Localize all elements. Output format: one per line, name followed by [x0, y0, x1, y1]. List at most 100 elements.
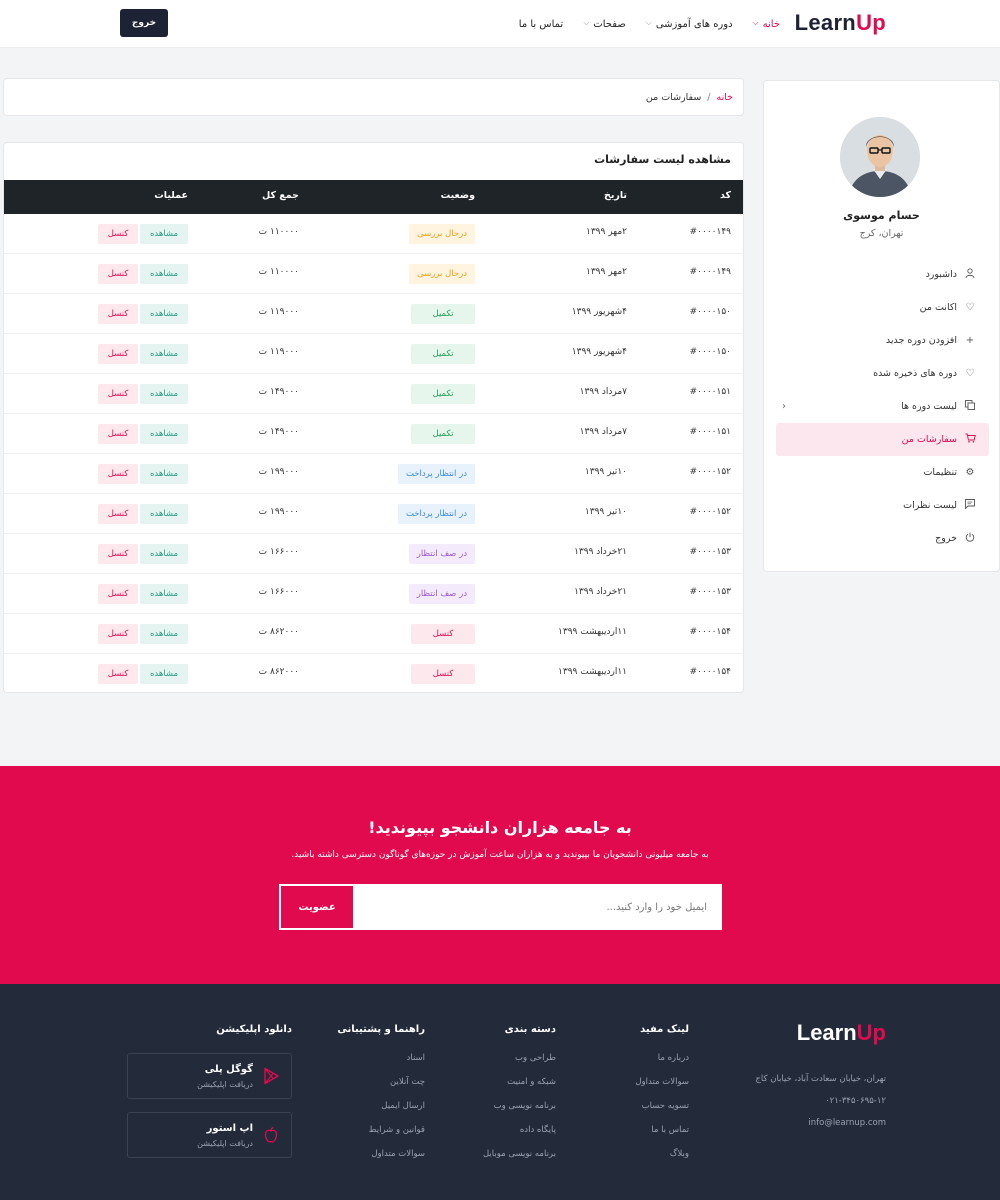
cancel-order-button[interactable]: کنسل [98, 464, 138, 484]
view-order-button[interactable]: مشاهده [140, 304, 188, 324]
status-badge: کنسل [411, 624, 475, 644]
table-row: #۰۰۰۰۱۵۰ ۴شهریور ۱۳۹۹ تکمیل ۱۱۹۰۰۰ ت مشاهده ک… [4, 294, 743, 334]
breadcrumb-home-link[interactable]: خانه [716, 92, 733, 103]
sidebar-item-add-course[interactable]: + افزودن دوره جدید [776, 324, 989, 357]
footer-link[interactable]: تماس با ما [635, 1125, 689, 1149]
plus-icon: + [965, 335, 975, 346]
footer-link[interactable]: طراحی وب [483, 1053, 556, 1077]
sidebar-item-comments[interactable]: لیست نظرات [776, 489, 989, 522]
footer-link[interactable]: برنامه نویسی وب [483, 1101, 556, 1125]
subscribe-button[interactable]: عضویت [281, 886, 353, 928]
footer-link[interactable]: درباره ما [635, 1053, 689, 1077]
footer-column-categories: دسته بندی طراحی وب شبکه و امنیت برنامه ن… [483, 1024, 556, 1173]
breadcrumb-separator: / [707, 91, 711, 103]
store-name: گوگل پلی [204, 1064, 253, 1075]
table-row: #۰۰۰۰۱۵۴ ۱۱اردیبهشت ۱۳۹۹ کنسل ۸۶۲۰۰۰ ت مشاهد… [4, 614, 743, 654]
google-play-button[interactable]: گوگل پلی دریافت اپلیکیشن [127, 1053, 292, 1099]
nav-item-home[interactable]: خانه ⌵ [753, 18, 780, 30]
footer-link[interactable]: تسویه حساب [635, 1101, 689, 1125]
status-badge: درحال بررسی [409, 264, 475, 284]
sidebar-item-my-orders[interactable]: سفارشات من [776, 423, 989, 456]
nav-label: تماس با ما [518, 18, 564, 30]
status-badge: تکمیل [411, 424, 475, 444]
view-order-button[interactable]: مشاهده [140, 544, 188, 564]
view-order-button[interactable]: مشاهده [140, 504, 188, 524]
user-icon [963, 268, 977, 281]
footer-link[interactable]: وبلاگ [635, 1149, 689, 1173]
column-header-total: جمع کل [261, 190, 299, 201]
heart-icon: ♡ [965, 302, 975, 313]
footer-link[interactable]: سوالات متداول [337, 1149, 425, 1173]
sidebar-item-logout[interactable]: خروج [776, 522, 989, 555]
power-icon [963, 532, 977, 545]
view-order-button[interactable]: مشاهده [140, 584, 188, 604]
logout-button[interactable]: خروج [120, 9, 168, 37]
order-date: ۲مهر ۱۳۹۹ [586, 267, 627, 277]
sidebar-item-account[interactable]: ♡ اکانت من [776, 291, 989, 324]
column-header-date: تاریخ [603, 190, 627, 201]
sidebar-item-label: دوره های ذخیره شده [873, 368, 957, 379]
order-total: ۱۹۹۰۰۰ ت [258, 467, 299, 477]
table-row: #۰۰۰۰۱۵۰ ۴شهریور ۱۳۹۹ تکمیل ۱۱۹۰۰۰ ت مشاهده ک… [4, 334, 743, 374]
footer-link[interactable]: پایگاه داده [483, 1125, 556, 1149]
footer-logo[interactable]: LearnUp [797, 1020, 886, 1046]
app-store-button[interactable]: اپ استور دریافت اپلیکیشن [127, 1112, 292, 1158]
order-code: #۰۰۰۰۱۵۲ [689, 507, 731, 517]
view-order-button[interactable]: مشاهده [140, 424, 188, 444]
order-date: ۷مرداد ۱۳۹۹ [579, 427, 627, 437]
footer-link[interactable]: ارسال ایمیل [337, 1101, 425, 1125]
footer-email[interactable]: info@learnup.com [755, 1112, 886, 1134]
cancel-order-button[interactable]: کنسل [98, 624, 138, 644]
sidebar-item-saved-courses[interactable]: ♡ دوره های ذخیره شده [776, 357, 989, 390]
table-row: #۰۰۰۰۱۵۳ ۲۱خرداد ۱۳۹۹ در صف انتظار ۱۶۶۰۰۰ ت… [4, 574, 743, 614]
view-order-button[interactable]: مشاهده [140, 464, 188, 484]
footer-link[interactable]: برنامه نویسی موبایل [483, 1149, 556, 1173]
cancel-order-button[interactable]: کنسل [98, 424, 138, 444]
order-code: #۰۰۰۰۱۵۳ [689, 547, 731, 557]
cancel-order-button[interactable]: کنسل [98, 344, 138, 364]
view-order-button[interactable]: مشاهده [140, 664, 188, 684]
footer-link[interactable]: اسناد [337, 1053, 425, 1077]
sidebar-item-label: داشبورد [925, 269, 957, 280]
sidebar-item-settings[interactable]: ⚙ تنظیمات [776, 456, 989, 489]
site-footer: LearnUp تهران، خیابان سعادت آباد، خیابان… [0, 984, 1000, 1200]
cancel-order-button[interactable]: کنسل [98, 664, 138, 684]
nav-item-contact[interactable]: تماس با ما [519, 19, 563, 30]
cancel-order-button[interactable]: کنسل [98, 224, 138, 244]
cancel-order-button[interactable]: کنسل [98, 504, 138, 524]
view-order-button[interactable]: مشاهده [140, 344, 188, 364]
cancel-order-button[interactable]: کنسل [98, 264, 138, 284]
view-order-button[interactable]: مشاهده [140, 224, 188, 244]
logo[interactable]: LearnUp [795, 10, 886, 36]
cancel-order-button[interactable]: کنسل [98, 544, 138, 564]
breadcrumb: خانه / سفارشات من [3, 78, 744, 116]
footer-link[interactable]: شبکه و امنیت [483, 1077, 556, 1101]
orders-table-header: کد تاریخ وضعیت جمع کل عملیات [4, 180, 743, 214]
breadcrumb-current: سفارشات من [645, 91, 702, 103]
sidebar-item-dashboard[interactable]: داشبورد [776, 258, 989, 291]
sidebar-item-label: تنظیمات [923, 467, 957, 478]
table-row: #۰۰۰۰۱۵۲ ۱۰تیر ۱۳۹۹ در انتظار پرداخت ۱۹۹۰۰۰… [4, 494, 743, 534]
order-total: ۱۶۶۰۰۰ ت [258, 587, 299, 597]
nav-item-courses[interactable]: دوره های آموزشی ⌵ [646, 18, 733, 30]
email-input[interactable] [355, 885, 721, 929]
footer-link[interactable]: سوالات متداول [635, 1077, 689, 1101]
sidebar-item-course-list[interactable]: لیست دوره ها ‹ [776, 390, 989, 423]
nav-item-pages[interactable]: صفحات ⌵ [583, 18, 626, 30]
order-date: ۷مرداد ۱۳۹۹ [579, 387, 627, 397]
sidebar-item-label: اکانت من [919, 302, 957, 313]
footer-link[interactable]: چت آنلاین [337, 1077, 425, 1101]
cancel-order-button[interactable]: کنسل [98, 384, 138, 404]
footer-link[interactable]: قوانین و شرایط [337, 1125, 425, 1149]
order-date: ۱۱اردیبهشت ۱۳۹۹ [558, 627, 627, 637]
store-subtitle: دریافت اپلیکیشن [197, 1080, 253, 1089]
view-order-button[interactable]: مشاهده [140, 264, 188, 284]
cancel-order-button[interactable]: کنسل [98, 304, 138, 324]
heart-icon: ♡ [965, 368, 975, 379]
sidebar-item-label: لیست دوره ها [901, 401, 957, 412]
view-order-button[interactable]: مشاهده [140, 384, 188, 404]
order-total: ۱۴۹۰۰۰ ت [258, 427, 299, 437]
cancel-order-button[interactable]: کنسل [98, 584, 138, 604]
newsletter-section: به جامعه هزاران دانشجو بپیوندید! به جامع… [0, 766, 1000, 984]
view-order-button[interactable]: مشاهده [140, 624, 188, 644]
